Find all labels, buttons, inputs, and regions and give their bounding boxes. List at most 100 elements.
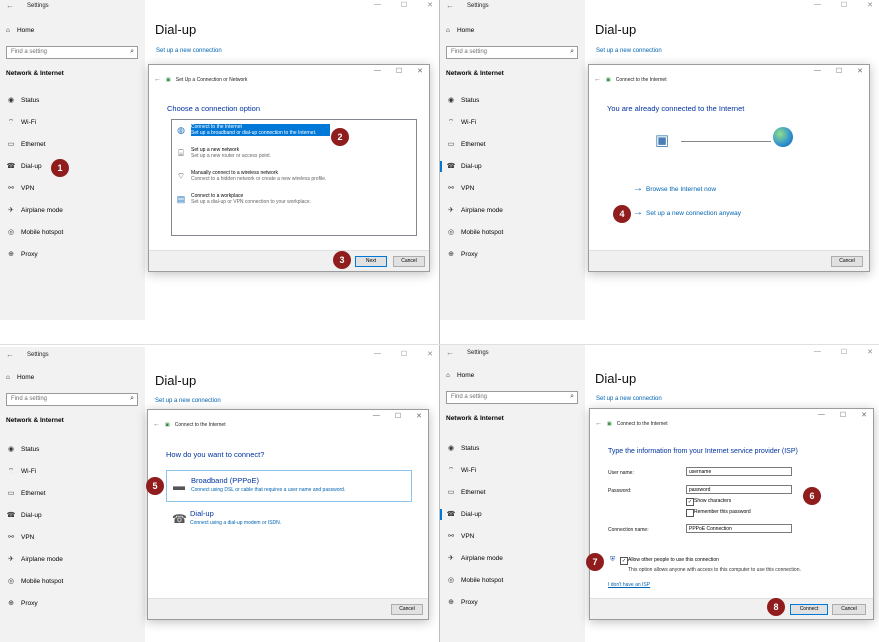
nav-item-hotspot[interactable]: ◎ Mobile hotspot	[0, 577, 145, 599]
nav-item-ethernet[interactable]: ▭ Ethernet	[0, 140, 145, 162]
close-icon[interactable]: ✕	[867, 348, 873, 356]
nav-home[interactable]: ⌂ Home	[6, 374, 34, 381]
nav-item-airplane[interactable]: ✈ Airplane mode	[0, 206, 145, 228]
nav-item-vpn[interactable]: ⚯ VPN	[0, 533, 145, 555]
nav-list: ◉ Status ⌔ Wi-Fi ▭ Ethernet ☎ Dial-up ⚯ VPN ✈…	[0, 96, 145, 272]
option-connect-internet[interactable]: ◍ Connect to the Internet Set up a broadba…	[174, 123, 330, 139]
minimize-icon[interactable]: —	[373, 412, 380, 420]
search-input[interactable]: Find a setting ⌕	[446, 46, 578, 59]
nav-item-airplane[interactable]: ✈ Airplane mode	[440, 554, 585, 576]
nav-item-status[interactable]: ◉ Status	[440, 96, 585, 118]
cancel-button[interactable]: Cancel	[393, 256, 425, 267]
close-icon[interactable]: ✕	[867, 1, 873, 9]
password-field[interactable]: password	[686, 485, 792, 494]
minimize-icon[interactable]: —	[374, 67, 381, 75]
username-field[interactable]: username	[686, 467, 792, 476]
back-arrow-icon[interactable]: ←	[6, 350, 14, 359]
back-arrow-icon[interactable]: ←	[446, 348, 454, 357]
nav-item-dialup[interactable]: ☎ Dial-up	[0, 162, 145, 184]
back-arrow-icon[interactable]: ←	[153, 421, 160, 428]
nav-item-vpn[interactable]: ⚯ VPN	[0, 184, 145, 206]
cancel-button[interactable]: Cancel	[832, 604, 866, 615]
setup-connection-link[interactable]: Set up a new connection	[596, 48, 662, 54]
setup-connection-link[interactable]: Set up a new connection	[596, 396, 662, 402]
minimize-icon[interactable]: —	[814, 67, 821, 75]
option-workplace[interactable]: ▤ Connect to a workplace Set up a dial-up …	[174, 192, 330, 208]
minimize-icon[interactable]: —	[374, 1, 381, 9]
nav-item-vpn[interactable]: ⚯ VPN	[440, 532, 585, 554]
close-icon[interactable]: ✕	[417, 67, 423, 75]
show-characters-checkbox[interactable]: ✓	[686, 498, 694, 506]
close-icon[interactable]: ✕	[416, 412, 422, 420]
allow-others-checkbox[interactable]: ✓	[620, 557, 628, 565]
search-input[interactable]: Find a setting ⌕	[6, 393, 138, 406]
nav-item-airplane[interactable]: ✈ Airplane mode	[440, 206, 585, 228]
minimize-icon[interactable]: —	[374, 350, 381, 358]
cancel-button[interactable]: Cancel	[831, 256, 863, 267]
nav-item-proxy[interactable]: ⊕ Proxy	[440, 250, 585, 272]
maximize-icon[interactable]: ☐	[396, 67, 402, 75]
cancel-button[interactable]: Cancel	[391, 604, 423, 615]
close-icon[interactable]: ✕	[857, 67, 863, 75]
next-button[interactable]: Next	[355, 256, 387, 267]
search-input[interactable]: Find a setting ⌕	[446, 391, 578, 404]
nav-item-wifi[interactable]: ⌔ Wi-Fi	[440, 118, 585, 140]
no-isp-link[interactable]: I don't have an ISP	[608, 582, 650, 588]
nav-item-ethernet[interactable]: ▭ Ethernet	[440, 488, 585, 510]
back-arrow-icon[interactable]: ←	[6, 1, 14, 10]
maximize-icon[interactable]: ☐	[841, 348, 847, 356]
back-arrow-icon[interactable]: ←	[595, 420, 602, 427]
nav-item-hotspot[interactable]: ◎ Mobile hotspot	[440, 576, 585, 598]
maximize-icon[interactable]: ☐	[836, 67, 842, 75]
maximize-icon[interactable]: ☐	[401, 1, 407, 9]
close-icon[interactable]: ✕	[861, 411, 867, 419]
maximize-icon[interactable]: ☐	[841, 1, 847, 9]
dialog-footer: Next Cancel	[149, 250, 429, 271]
nav-item-status[interactable]: ◉ Status	[0, 445, 145, 467]
option-wireless[interactable]: ⌔ Manually connect to a wireless network C…	[174, 169, 330, 185]
nav-item-status[interactable]: ◉ Status	[0, 96, 145, 118]
nav-item-ethernet[interactable]: ▭ Ethernet	[440, 140, 585, 162]
nav-item-ethernet[interactable]: ▭ Ethernet	[0, 489, 145, 511]
close-icon[interactable]: ✕	[427, 350, 433, 358]
nav-item-dialup[interactable]: ☎ Dial-up	[0, 511, 145, 533]
nav-item-dialup[interactable]: ☎ Dial-up	[440, 509, 585, 532]
nav-item-proxy[interactable]: ⊕ Proxy	[0, 250, 145, 272]
setup-connection-link[interactable]: Set up a new connection	[155, 398, 221, 404]
nav-item-proxy[interactable]: ⊕ Proxy	[440, 598, 585, 620]
nav-item-hotspot[interactable]: ◎ Mobile hotspot	[440, 228, 585, 250]
nav-item-proxy[interactable]: ⊕ Proxy	[0, 599, 145, 621]
nav-item-vpn[interactable]: ⚯ VPN	[440, 184, 585, 206]
back-arrow-icon[interactable]: ←	[154, 76, 161, 83]
nav-item-airplane[interactable]: ✈ Airplane mode	[0, 555, 145, 577]
nav-home[interactable]: ⌂ Home	[6, 27, 34, 34]
maximize-icon[interactable]: ☐	[840, 411, 846, 419]
nav-item-wifi[interactable]: ⌔ Wi-Fi	[440, 466, 585, 488]
setup-connection-link[interactable]: Set up a new connection	[156, 48, 222, 54]
back-arrow-icon[interactable]: ←	[594, 76, 601, 83]
back-arrow-icon[interactable]: ←	[446, 1, 454, 10]
search-input[interactable]: Find a setting ⌕	[6, 46, 138, 59]
browse-internet-link[interactable]: → Browse the Internet now	[633, 183, 716, 194]
nav-item-wifi[interactable]: ⌔ Wi-Fi	[0, 118, 145, 140]
setup-anyway-link[interactable]: → Set up a new connection anyway	[633, 207, 741, 218]
nav-home[interactable]: ⌂ Home	[446, 372, 474, 379]
allow-others-label: Allow other people to use this connectio…	[628, 557, 719, 563]
minimize-icon[interactable]: —	[818, 411, 825, 419]
option-new-network[interactable]: ⌸ Set up a new network Set up a new router…	[174, 146, 330, 162]
minimize-icon[interactable]: —	[814, 1, 821, 9]
option-dialup[interactable]: ☎ Dial-up Connect using a dial-up modem …	[166, 504, 410, 534]
nav-item-hotspot[interactable]: ◎ Mobile hotspot	[0, 228, 145, 250]
close-icon[interactable]: ✕	[427, 1, 433, 9]
remember-password-checkbox[interactable]	[686, 509, 694, 517]
nav-item-wifi[interactable]: ⌔ Wi-Fi	[0, 467, 145, 489]
option-broadband[interactable]: ▬ Broadband (PPPoE) Connect using DSL or…	[166, 470, 412, 502]
nav-item-status[interactable]: ◉ Status	[440, 444, 585, 466]
maximize-icon[interactable]: ☐	[401, 350, 407, 358]
connect-button[interactable]: Connect	[790, 604, 828, 615]
maximize-icon[interactable]: ☐	[395, 412, 401, 420]
connection-name-field[interactable]: PPPoE Connection	[686, 524, 792, 533]
minimize-icon[interactable]: —	[814, 348, 821, 356]
nav-home[interactable]: ⌂ Home	[446, 27, 474, 34]
nav-item-dialup[interactable]: ☎ Dial-up	[440, 161, 585, 184]
